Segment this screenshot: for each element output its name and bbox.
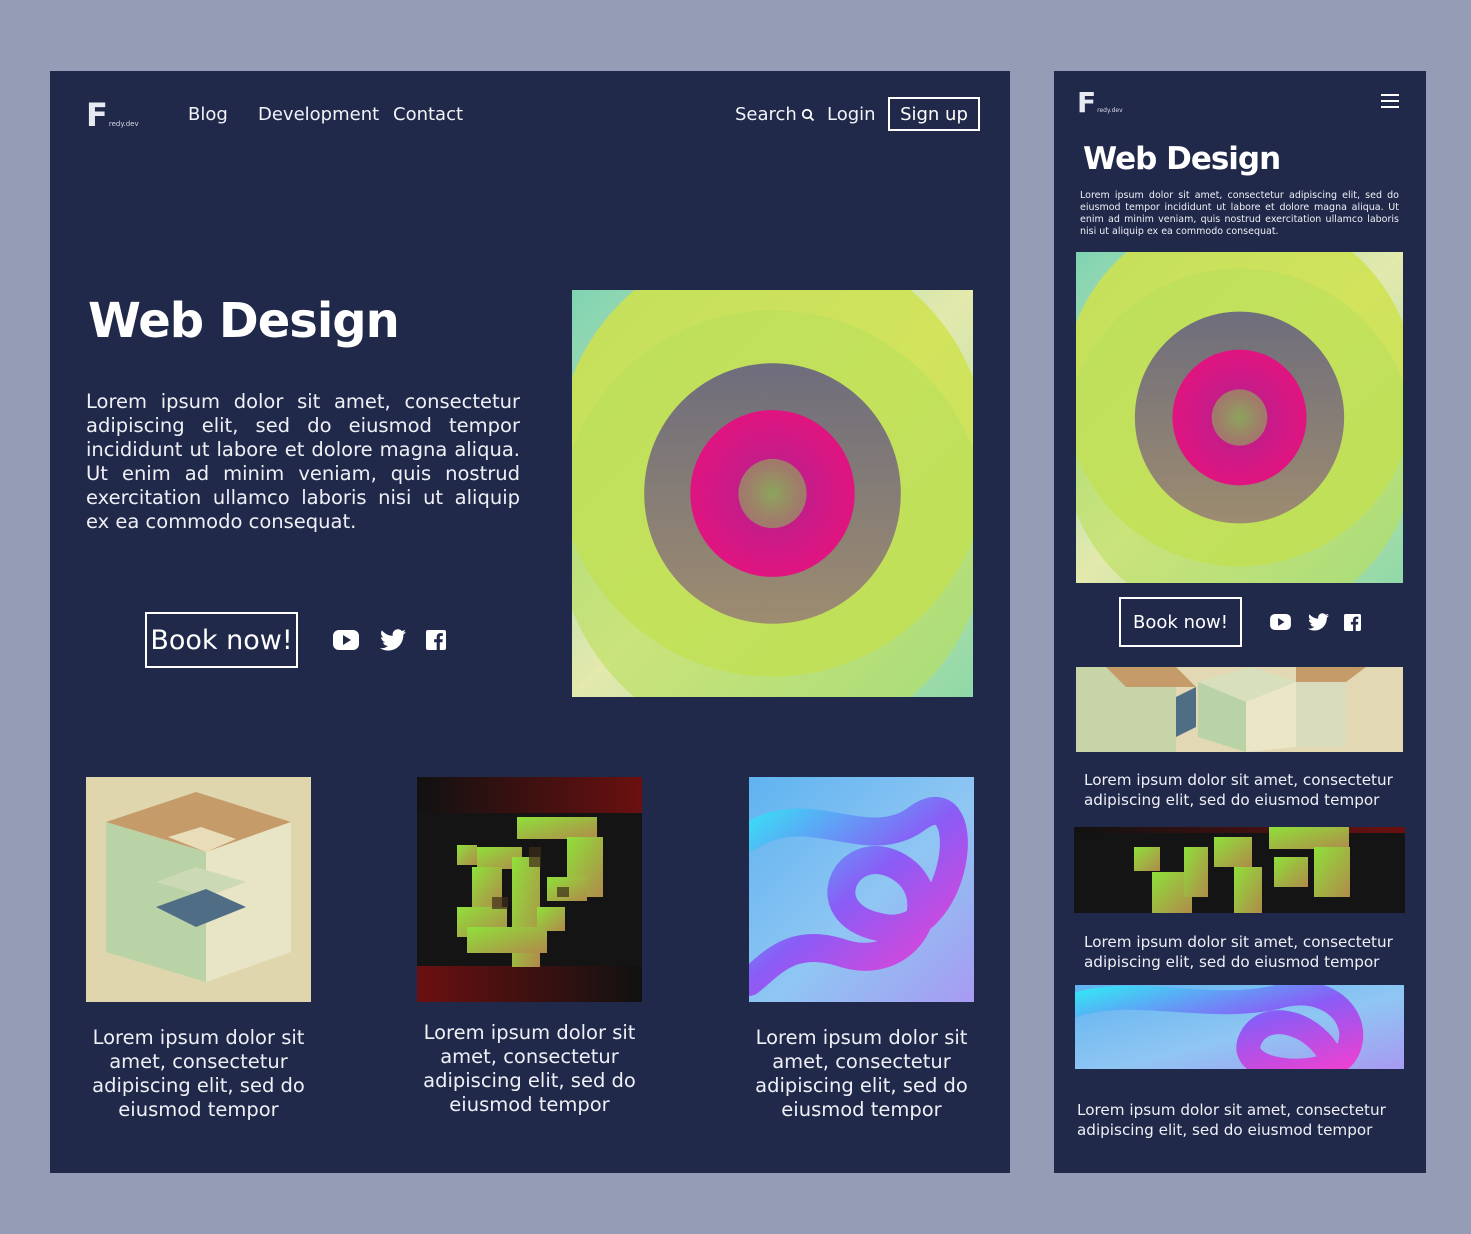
facebook-icon <box>1344 614 1361 631</box>
brand-logo[interactable]: F redy.dev <box>86 99 139 131</box>
card-image-maze <box>417 777 642 1002</box>
mobile-card-image-neon <box>1075 985 1404 1069</box>
card-caption-2: Lorem ipsum dolor sit amet, consectetur … <box>423 1021 636 1116</box>
mobile-card-caption-2: Lorem ipsum dolor sit amet, consectetur … <box>1084 933 1393 971</box>
facebook-link[interactable] <box>426 630 446 650</box>
hamburger-menu-icon[interactable] <box>1381 94 1399 112</box>
mobile-card-caption-1: Lorem ipsum dolor sit amet, consectetur … <box>1084 771 1393 809</box>
mobile-youtube-link[interactable] <box>1270 614 1291 630</box>
card-caption-1: Lorem ipsum dolor sit amet, consectetur … <box>92 1026 305 1121</box>
mobile-page: F redy.dev Web Design Lorem ipsum dolor … <box>1054 71 1426 1173</box>
mobile-book-now-button[interactable]: Book now! <box>1119 597 1242 647</box>
twitter-link[interactable] <box>380 629 406 651</box>
hero-title: Web Design <box>88 293 400 349</box>
nav-development[interactable]: Development <box>258 104 379 125</box>
mobile-hero-artwork <box>1076 252 1403 583</box>
mobile-twitter-link[interactable] <box>1308 613 1329 631</box>
search-label: Search <box>735 104 797 125</box>
youtube-icon <box>1270 614 1291 630</box>
nav-blog[interactable]: Blog <box>188 104 228 125</box>
card-image-neon <box>749 777 974 1002</box>
youtube-link[interactable] <box>333 630 359 650</box>
card-image-cube <box>86 777 311 1002</box>
mobile-logo-domain: redy.dev <box>1097 107 1123 114</box>
facebook-icon <box>426 630 446 650</box>
twitter-icon <box>1308 613 1329 631</box>
mobile-card-image-maze <box>1074 827 1405 913</box>
mobile-card-caption-3: Lorem ipsum dolor sit amet, consectetur … <box>1077 1101 1386 1139</box>
logo-domain: redy.dev <box>108 120 139 128</box>
twitter-icon <box>380 629 406 651</box>
mobile-hero-title: Web Design <box>1083 141 1281 177</box>
mobile-card-image-cube <box>1076 667 1403 752</box>
book-now-button[interactable]: Book now! <box>145 612 298 668</box>
hero-description: Lorem ipsum dolor sit amet, consectetur … <box>86 390 520 533</box>
search-icon <box>801 108 814 121</box>
nav-login[interactable]: Login <box>827 104 876 125</box>
youtube-icon <box>333 630 359 650</box>
mobile-brand-logo[interactable]: F redy.dev <box>1077 89 1123 117</box>
logo-letter: F <box>86 96 108 134</box>
hero-artwork <box>572 290 973 697</box>
search-button[interactable]: Search <box>735 104 815 125</box>
signup-button[interactable]: Sign up <box>888 97 980 131</box>
desktop-page: F redy.dev Blog Development Contact Sear… <box>50 71 1010 1173</box>
mobile-facebook-link[interactable] <box>1344 614 1361 631</box>
mobile-logo-letter: F <box>1077 86 1097 119</box>
card-caption-3: Lorem ipsum dolor sit amet, consectetur … <box>755 1026 968 1121</box>
nav-contact[interactable]: Contact <box>393 104 463 125</box>
mobile-hero-description: Lorem ipsum dolor sit amet, consectetur … <box>1080 190 1399 237</box>
